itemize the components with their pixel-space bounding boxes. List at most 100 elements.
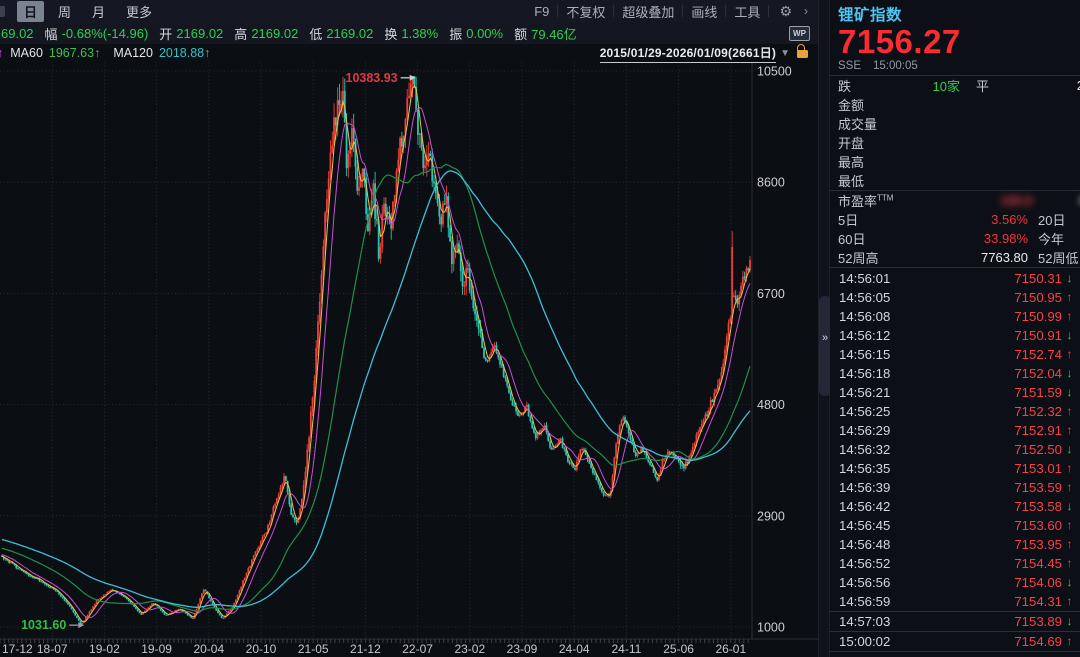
stats-row-最高: 最高 <box>830 152 1080 171</box>
tick-row: 14:56:397153.59↑ <box>830 478 1080 497</box>
tick-row: 14:56:327152.50↓ <box>830 440 1080 459</box>
arrow-up-icon: ↑ <box>1062 461 1077 475</box>
high-annotation: 10383.93 <box>346 71 416 85</box>
toolbar-divider <box>557 5 558 17</box>
x-axis-label: 24-11 <box>611 642 641 656</box>
trading-terminal-window: 日周月更多 F9 不复权超级叠加画线工具 ⚙ › 69.02幅-0.68%(-14.9… <box>0 0 1080 657</box>
quote-item-5: 换1.38% <box>384 24 438 43</box>
wp-monitor-icon[interactable]: WP <box>789 26 810 41</box>
svg-text:1031.60: 1031.60 <box>21 618 66 632</box>
lock-icon[interactable] <box>797 50 808 58</box>
chevron-right-icon[interactable]: › <box>804 4 808 18</box>
toolbar-button-1[interactable]: 不复权 <box>566 2 605 21</box>
ma5-line <box>2 86 750 622</box>
toolbar-divider <box>613 5 614 17</box>
x-axis-label: 22-07 <box>402 642 433 656</box>
arrow-up-icon: ↑ <box>1062 556 1077 570</box>
arrow-up-icon: ↑ <box>1062 518 1077 532</box>
x-axis-label: 21-05 <box>298 642 329 656</box>
gear-icon[interactable]: ⚙ <box>779 3 792 20</box>
arrow-up-icon: ↑ <box>1062 290 1077 304</box>
tick-row: 14:56:217151.59↓ <box>830 383 1080 402</box>
quote-item-3: 高2169.02 <box>234 24 298 43</box>
tick-row: 14:56:257152.32↑ <box>830 402 1080 421</box>
tick-row: 14:56:187152.04↓ <box>830 364 1080 383</box>
quote-timestamp: 15:00:05 <box>873 60 918 72</box>
period-tabs: 日周月更多 <box>17 1 159 22</box>
stats-row-开盘: 开盘 <box>830 133 1080 152</box>
stats-row-金额: 金额 <box>830 95 1080 114</box>
arrow-down-icon: ↓ <box>1062 499 1077 513</box>
stats-row-市盈率: 市盈率TTM188.88 <box>830 191 1080 210</box>
chevron-down-icon[interactable]: ▼ <box>780 48 790 59</box>
x-axis-label: 21-12 <box>350 642 381 656</box>
period-toolbar: 日周月更多 F9 不复权超级叠加画线工具 ⚙ › <box>0 0 818 23</box>
quote-item-6: 振0.00% <box>449 24 503 43</box>
exchange-label: SSE <box>838 60 861 72</box>
quote-panel: 锂矿指数 7156.27 SSE 15:00:05 跌10家平2金额成交量开盘最… <box>830 0 1080 657</box>
toolbar-button-2[interactable]: 超级叠加 <box>622 2 674 21</box>
date-range-selector[interactable]: 2015/01/29-2026/01/09(2661日) ▼ <box>600 44 814 63</box>
x-axis-label: 19-09 <box>141 642 172 656</box>
arrow-down-icon: ↓ <box>1062 271 1077 285</box>
toolbar-button-4[interactable]: 工具 <box>734 2 760 21</box>
tick-row: 14:56:087150.99↑ <box>830 307 1080 326</box>
arrow-down-icon: ↓ <box>1062 328 1077 342</box>
ma-legend-bar: ↑ MA60 1967.63↑ MA120 2018.88↑ 2015/01/2… <box>0 44 818 62</box>
ma120-value: 2018.88↑ <box>159 46 210 60</box>
tick-row: 14:56:017150.31↓ <box>830 269 1080 288</box>
quote-values: 69.02幅-0.68%(-14.96)开2169.02高2169.02低216… <box>1 24 588 43</box>
quote-item-4: 低2169.02 <box>309 24 373 43</box>
arrow-up-icon: ↑ <box>1062 423 1077 437</box>
arrow-down-icon: ↓ <box>1062 366 1077 380</box>
y-axis-label: 1000 <box>757 621 785 635</box>
last-price: 7156.27 <box>838 25 1080 59</box>
chart-tools: F9 不复权超级叠加画线工具 ⚙ › <box>534 2 818 21</box>
tab-period-月[interactable]: 月 <box>85 1 112 22</box>
arrow-up-icon: ↑ <box>1062 347 1077 361</box>
candlestick-chart-canvas[interactable]: 10383.931031.601050086006700480029001000… <box>0 44 818 657</box>
tick-row: 14:56:527154.45↑ <box>830 554 1080 573</box>
y-axis-label: 10500 <box>757 65 792 79</box>
tab-period-日[interactable]: 日 <box>17 1 44 22</box>
time-sales-list: 14:56:017150.31↓14:56:057150.95↑14:56:08… <box>830 269 1080 657</box>
svg-text:10383.93: 10383.93 <box>346 71 398 85</box>
y-axis-label: 4800 <box>757 398 785 412</box>
x-axis-label: 23-02 <box>454 642 485 656</box>
tab-period-周[interactable]: 周 <box>51 1 78 22</box>
arrow-up-icon: ↑ <box>1062 634 1077 648</box>
x-axis-label: 20-04 <box>193 642 224 656</box>
exchange-time-row: SSE 15:00:05 <box>838 60 1080 72</box>
x-axis-label: 17-12 <box>2 642 33 656</box>
x-axis-label: 19-02 <box>89 642 120 656</box>
stats-table: 跌10家平2金额成交量开盘最高最低市盈率TTM188.885日3.56%20日6… <box>830 76 1080 268</box>
tick-row: 15:00:057156.27↑ <box>830 651 1080 657</box>
ma-fragment-arrow: ↑ <box>0 46 3 60</box>
toolbar-button-0[interactable]: F9 <box>534 4 549 19</box>
stats-row-跌: 跌10家平2 <box>830 76 1080 95</box>
toolbar-divider <box>725 5 726 17</box>
quote-bar: 69.02幅-0.68%(-14.96)开2169.02高2169.02低216… <box>0 22 818 44</box>
toolbar-divider <box>682 5 683 17</box>
x-axis-label: 18-07 <box>37 642 68 656</box>
toolbar-divider <box>768 5 769 17</box>
tick-row: 14:56:357153.01↑ <box>830 459 1080 478</box>
toolbar-button-3[interactable]: 画线 <box>691 2 717 21</box>
arrow-down-icon: ↓ <box>1062 385 1077 399</box>
tick-row: 14:56:487153.95↑ <box>830 535 1080 554</box>
low-annotation: 1031.60 <box>21 618 84 632</box>
date-range-text[interactable]: 2015/01/29-2026/01/09(2661日) <box>600 44 776 63</box>
y-axis-label: 6700 <box>757 287 785 301</box>
quote-header: 锂矿指数 7156.27 SSE 15:00:05 <box>830 0 1080 76</box>
stats-row-成交量: 成交量 <box>830 114 1080 133</box>
ma60-label: MA60 <box>10 46 43 60</box>
tab-period-更多[interactable]: 更多 <box>119 1 159 22</box>
arrow-down-icon: ↓ <box>1062 614 1077 628</box>
stats-row-5日: 5日3.56%20日 <box>830 210 1080 229</box>
arrow-up-icon: ↑ <box>1062 309 1077 323</box>
quote-item-1: 幅-0.68%(-14.96) <box>45 24 149 43</box>
tick-row: 14:57:037153.89↓ <box>830 611 1080 631</box>
stats-row-最低: 最低 <box>830 171 1080 191</box>
arrow-down-icon: ↓ <box>1062 442 1077 456</box>
chart-area: ↑ MA60 1967.63↑ MA120 2018.88↑ 2015/01/2… <box>0 44 818 657</box>
